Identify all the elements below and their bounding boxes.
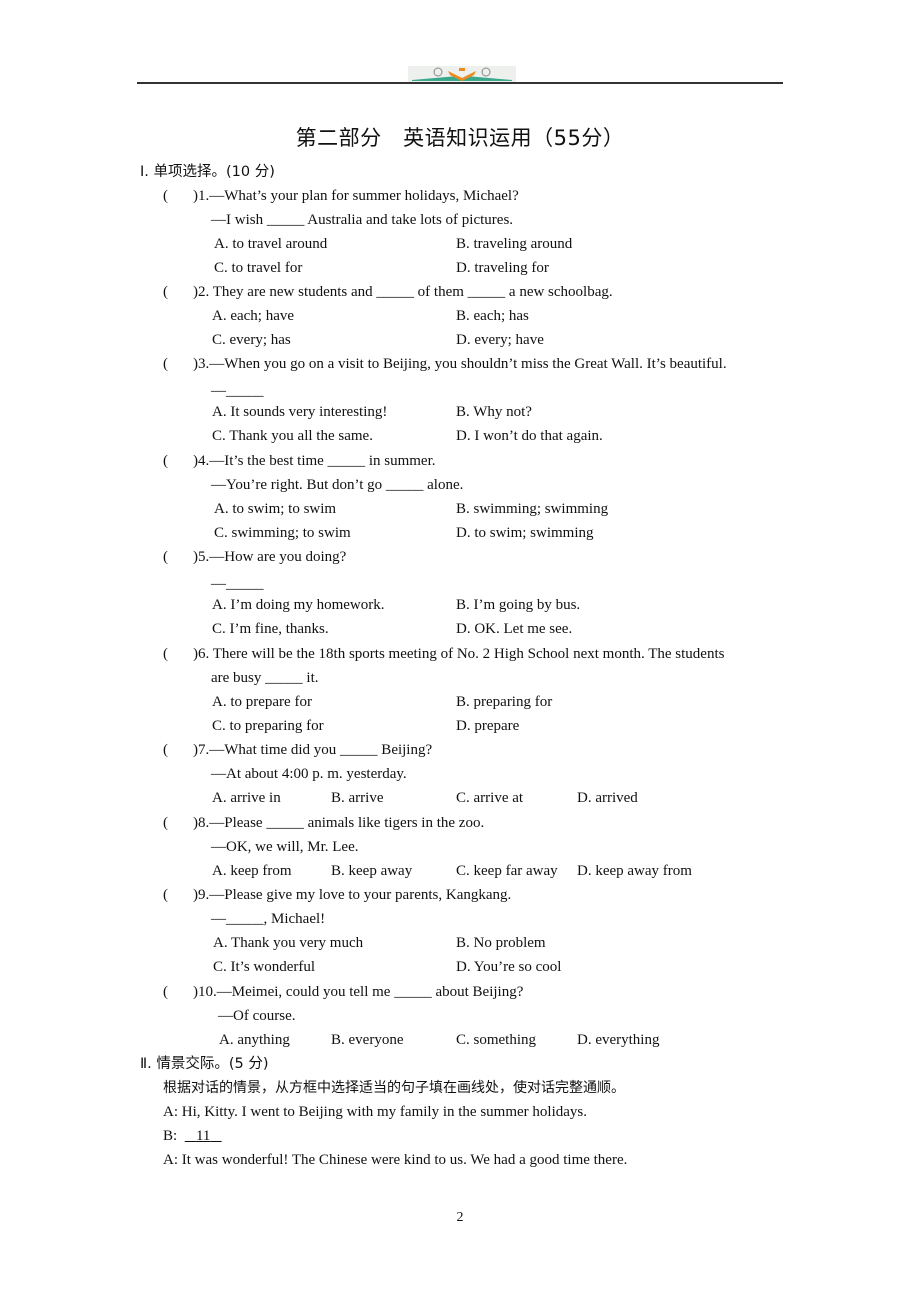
option-2a: A. each; have — [212, 308, 295, 324]
question-10: )10.—Meimei, could you tell me _____ abo… — [193, 984, 524, 1000]
option-5b: B. I’m going by bus. — [456, 597, 581, 613]
question-9-line2: —_____, Michael! — [211, 911, 326, 927]
section-2-instruction: 根据对话的情景，从方框中选择适当的句子填在画线处，使对话完整通顺。 — [163, 1080, 625, 1096]
answer-blank-1[interactable]: ( — [163, 187, 168, 205]
page-number: 2 — [456, 1210, 464, 1225]
option-8d: D. keep away from — [577, 863, 692, 879]
option-6d: D. prepare — [456, 718, 520, 734]
option-8a: A. keep from — [212, 863, 292, 879]
question-5-line2: —_____ — [211, 576, 264, 592]
option-7d: D. arrived — [577, 790, 638, 806]
option-9c: C. It’s wonderful — [213, 959, 316, 975]
option-9a: A. Thank you very much — [213, 935, 364, 951]
answer-blank-9[interactable]: ( — [163, 886, 168, 904]
answer-blank-10[interactable]: ( — [163, 983, 168, 1001]
section-1-heading: Ⅰ. 单项选择。(10 分) — [140, 164, 275, 180]
option-9d: D. You’re so cool — [456, 959, 562, 975]
option-1b: B. traveling around — [456, 236, 573, 252]
question-10-line2: —Of course. — [218, 1008, 296, 1024]
dialogue-line-2: B: 11 — [163, 1127, 222, 1145]
option-6a: A. to prepare for — [212, 694, 312, 710]
option-10b: B. everyone — [331, 1032, 404, 1048]
question-1-line2: —I wish _____ Australia and take lots of… — [211, 212, 514, 228]
question-1: )1.—What’s your plan for summer holidays… — [193, 188, 519, 204]
option-10a: A. anything — [219, 1032, 290, 1048]
option-8b: B. keep away — [331, 863, 413, 879]
option-8c: C. keep far away — [456, 863, 558, 879]
answer-blank-7[interactable]: ( — [163, 741, 168, 759]
option-3a: A. It sounds very interesting! — [212, 404, 388, 420]
option-4b: B. swimming; swimming — [456, 501, 609, 517]
answer-blank-8[interactable]: ( — [163, 814, 168, 832]
option-3d: D. I won’t do that again. — [456, 428, 603, 444]
option-7a: A. arrive in — [212, 790, 281, 806]
question-9: )9.—Please give my love to your parents,… — [193, 887, 512, 903]
answer-blank-6[interactable]: ( — [163, 645, 168, 663]
dialogue-line-3: A: It was wonderful! The Chinese were ki… — [163, 1152, 628, 1168]
question-7: )7.—What time did you _____ Beijing? — [193, 742, 433, 758]
question-8: )8.—Please _____ animals like tigers in … — [193, 815, 485, 831]
header-rule — [137, 82, 783, 84]
answer-blank-3[interactable]: ( — [163, 355, 168, 373]
option-5d: D. OK. Let me see. — [456, 621, 573, 637]
option-2b: B. each; has — [456, 308, 529, 324]
option-3b: B. Why not? — [456, 404, 532, 420]
option-6c: C. to preparing for — [212, 718, 324, 734]
question-3-line2: —_____ — [211, 383, 264, 399]
question-6: )6. There will be the 18th sports meetin… — [193, 646, 725, 662]
option-2d: D. every; have — [456, 332, 544, 348]
option-4a: A. to swim; to swim — [214, 501, 337, 517]
option-3c: C. Thank you all the same. — [212, 428, 373, 444]
option-6b: B. preparing for — [456, 694, 553, 710]
option-7c: C. arrive at — [456, 790, 524, 806]
question-4-line2: —You’re right. But don’t go _____ alone. — [211, 477, 464, 493]
option-9b: B. No problem — [456, 935, 546, 951]
question-5: )5.—How are you doing? — [193, 549, 347, 565]
answer-blank-4[interactable]: ( — [163, 452, 168, 470]
answer-blank-2[interactable]: ( — [163, 283, 168, 301]
option-1c: C. to travel for — [214, 260, 303, 276]
option-5c: C. I’m fine, thanks. — [212, 621, 329, 637]
option-2c: C. every; has — [212, 332, 291, 348]
section-2-heading: Ⅱ. 情景交际。(5 分) — [140, 1056, 269, 1072]
question-2: )2. They are new students and _____ of t… — [193, 284, 613, 300]
option-1d: D. traveling for — [456, 260, 549, 276]
option-10c: C. something — [456, 1032, 537, 1048]
answer-blank-5[interactable]: ( — [163, 548, 168, 566]
option-10d: D. everything — [577, 1032, 660, 1048]
question-4: )4.—It’s the best time _____ in summer. — [193, 453, 436, 469]
answer-blank-11[interactable]: 11 — [185, 1128, 222, 1144]
option-4c: C. swimming; to swim — [214, 525, 351, 541]
question-7-line2: —At about 4:00 p. m. yesterday. — [211, 766, 407, 782]
option-7b: B. arrive — [331, 790, 384, 806]
question-8-line2: —OK, we will, Mr. Lee. — [211, 839, 359, 855]
option-1a: A. to travel around — [214, 236, 328, 252]
option-5a: A. I’m doing my homework. — [212, 597, 385, 613]
dialogue-line-1: A: Hi, Kitty. I went to Beijing with my … — [163, 1104, 587, 1120]
header-logo — [408, 66, 516, 82]
question-3: )3.—When you go on a visit to Beijing, y… — [193, 356, 727, 372]
option-4d: D. to swim; swimming — [456, 525, 594, 541]
page-title: 第二部分 英语知识运用（55分） — [295, 126, 625, 150]
question-6-line2: are busy _____ it. — [211, 670, 319, 686]
